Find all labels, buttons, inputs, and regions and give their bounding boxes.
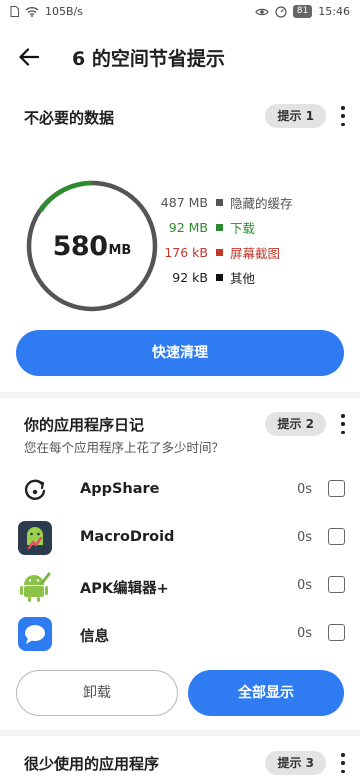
tip-badge[interactable]: 提示 3: [265, 751, 326, 775]
select-checkbox[interactable]: [328, 576, 345, 593]
macrodroid-icon: [18, 521, 52, 555]
tip-badge[interactable]: 提示 1: [265, 104, 326, 128]
card-title: 你的应用程序日记: [24, 416, 145, 434]
list-item[interactable]: APK编辑器+ 0s: [0, 562, 360, 610]
select-checkbox[interactable]: [328, 624, 345, 641]
list-item[interactable]: AppShare 0s: [0, 466, 360, 514]
apk-editor-icon: [20, 572, 51, 602]
app-name: APK编辑器+: [80, 581, 169, 597]
app-diary-card: 你的应用程序日记 您在每个应用程序上花了多少时间？ 提示 2 AppShare …: [0, 398, 360, 730]
notification-file-icon: [10, 6, 19, 17]
select-checkbox[interactable]: [328, 528, 345, 545]
card-title: 很少使用的应用程序: [24, 755, 160, 773]
legend-item-screenshots: 176 kB 屏幕截图: [164, 245, 281, 261]
legend-swatch: [216, 249, 223, 256]
more-options-button[interactable]: [340, 753, 346, 773]
uninstall-button[interactable]: 卸载: [16, 670, 178, 716]
app-usage-time: 0s: [296, 626, 312, 641]
list-item[interactable]: 信息 0s: [0, 610, 360, 658]
app-usage-time: 0s: [296, 482, 312, 497]
messages-icon: [18, 617, 52, 651]
network-speed: 105B/s: [45, 5, 83, 18]
legend-item-other: 92 kB 其他: [172, 270, 256, 286]
card-subtitle: 您在每个应用程序上花了多少时间？: [24, 440, 225, 455]
back-button[interactable]: [14, 42, 44, 72]
legend-item-cache: 487 MB 隐藏的缓存: [160, 195, 293, 211]
eye-icon: [255, 8, 269, 15]
top-app-bar: 6 的空间节省提示: [0, 24, 360, 90]
tip-badge[interactable]: 提示 2: [265, 412, 326, 436]
more-options-button[interactable]: [340, 414, 346, 434]
total-size-value: 580: [52, 230, 108, 262]
page-title: 6 的空间节省提示: [72, 48, 225, 70]
legend-item-downloads: 92 MB 下载: [168, 220, 256, 236]
total-size: 580 MB: [24, 178, 160, 314]
quick-clean-button[interactable]: 快速清理: [16, 330, 344, 376]
appshare-icon: [24, 479, 46, 500]
status-bar: 105B/s 81 15:46: [0, 0, 360, 24]
app-usage-time: 0s: [296, 578, 312, 593]
app-name: AppShare: [80, 481, 160, 497]
arrow-left-icon: [19, 48, 39, 66]
storage-legend: 487 MB 隐藏的缓存 92 MB 下载 176 kB 屏幕截图 92 kB …: [160, 190, 360, 290]
card-title: 不必要的数据: [24, 109, 115, 127]
more-options-button[interactable]: [340, 106, 346, 126]
speedometer-icon: [275, 5, 287, 18]
rarely-used-apps-card: 很少使用的应用程序 提示 3: [0, 736, 360, 780]
unneeded-data-card: 不必要的数据 提示 1 580 MB 487 MB 隐藏的缓存 92 MB 下载…: [0, 90, 360, 392]
select-checkbox[interactable]: [328, 480, 345, 497]
app-usage-time: 0s: [296, 530, 312, 545]
legend-swatch: [216, 274, 223, 281]
wifi-icon: [25, 7, 39, 17]
battery-indicator: 81: [292, 5, 313, 18]
app-name: MacroDroid: [80, 529, 175, 545]
app-name: 信息: [80, 629, 109, 645]
legend-swatch: [216, 199, 223, 206]
list-item[interactable]: MacroDroid 0s: [0, 514, 360, 562]
show-all-button[interactable]: 全部显示: [188, 670, 344, 716]
total-size-unit: MB: [108, 242, 132, 258]
clock: 15:46: [318, 5, 350, 18]
legend-swatch: [216, 224, 223, 231]
